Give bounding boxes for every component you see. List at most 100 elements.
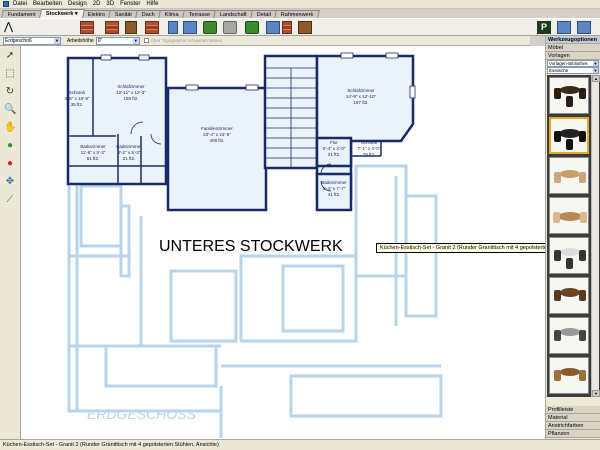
select-arrow-icon[interactable]: ➚: [4, 50, 16, 62]
library-item[interactable]: [549, 357, 589, 394]
scroll-up-icon[interactable]: ▲: [592, 75, 600, 82]
menu-datei[interactable]: Datei: [13, 0, 27, 9]
menu-3d[interactable]: 3D: [106, 0, 114, 9]
room-name: Badezimmer: [116, 144, 142, 149]
room-area: 409 ft2.: [209, 138, 224, 143]
panel-header-tools[interactable]: Werkzeugoptionen: [546, 36, 600, 44]
thumbnail-scrollbar[interactable]: ▲ ▼: [591, 75, 600, 397]
room-name: Schlafzimmer: [347, 88, 375, 93]
topo-checkbox[interactable]: [143, 38, 149, 43]
room-dims: 12'-11" x 12'-3": [116, 90, 146, 95]
panel-header-profile[interactable]: Profilleiste: [546, 406, 600, 414]
app-icon[interactable]: [3, 1, 9, 7]
library-item[interactable]: [549, 157, 589, 194]
library-item[interactable]: [549, 77, 589, 114]
tab-fundament[interactable]: Fundament: [1, 10, 43, 18]
panel-header-material[interactable]: Material: [546, 414, 600, 422]
floor-select[interactable]: Erdgeschoß ▼: [3, 36, 61, 45]
room-dims: 23'-4" x 24'-5": [203, 132, 231, 137]
room-name: Badezimmer: [321, 180, 347, 185]
room-area: 21 ft2.: [123, 156, 136, 161]
tab-rahmenwerk[interactable]: Rahmenwerk: [274, 10, 321, 18]
chevron-down-icon: ▼: [54, 37, 60, 44]
brick-wall-icon[interactable]: [80, 21, 94, 34]
railing-icon[interactable]: [125, 21, 137, 34]
room-dims: 4'-2" x 5'-3": [118, 150, 141, 155]
room-dims: 3'-8" x 10'-9": [64, 96, 90, 101]
category-tabs: Fundament Stockwerk ▾ Elektro Sanitär Da…: [0, 9, 600, 18]
room-name: Flur: [330, 140, 338, 145]
tab-terrasse[interactable]: Terrasse: [181, 10, 217, 18]
workheight-input[interactable]: 0" ▼: [95, 36, 140, 45]
room-dims: 14'-9" x 12'-10": [346, 94, 377, 99]
fence-icon[interactable]: [105, 21, 119, 34]
menu-2d[interactable]: 2D: [93, 0, 101, 9]
category-select[interactable]: Esstische ▼: [547, 67, 599, 74]
room-dims: 11'-8" x 5'-3": [81, 150, 106, 155]
room-area: 41 ft2.: [328, 192, 341, 197]
view-2d-icon[interactable]: [557, 21, 571, 34]
tab-stockwerk[interactable]: Stockwerk ▾: [38, 9, 85, 18]
status-bar: Küchen-Esstisch-Set - Granit 2 (Runder G…: [0, 439, 600, 450]
view-3d-icon[interactable]: [577, 21, 591, 34]
room-name: Schrank: [361, 140, 378, 145]
library-item[interactable]: [549, 197, 589, 234]
room-area: 21 ft2.: [328, 152, 341, 157]
zoom-out-icon[interactable]: ●: [4, 158, 16, 170]
menu-design[interactable]: Design: [68, 0, 87, 9]
select-object-icon[interactable]: ⬚: [4, 68, 16, 80]
panel-header-furniture[interactable]: Möbel: [546, 44, 600, 52]
topo-label: Über Topographie schweben lassen: [150, 38, 223, 43]
door-icon[interactable]: [168, 21, 178, 34]
library-item[interactable]: [549, 237, 589, 274]
chevron-down-icon: ▼: [593, 61, 598, 66]
library-panel: Werkzeugoptionen Möbel Vorlagen Vorlagen…: [545, 36, 600, 439]
room-area: 187 ft2.: [353, 100, 368, 105]
library-select[interactable]: Vorlagen-Bibliothek ▼: [547, 60, 599, 67]
room-name: Familienzimmer: [201, 126, 233, 131]
wall-draw-icon[interactable]: ⋀: [4, 21, 18, 34]
plant-encyclopedia-icon[interactable]: P: [537, 21, 551, 34]
menu-bar: Datei Bearbeiten Design 2D 3D Fenster Hi…: [0, 0, 600, 9]
measure-icon[interactable]: ⟋: [4, 194, 16, 206]
toolbar: ⋀ P: [0, 18, 600, 36]
arch-icon[interactable]: [266, 21, 280, 34]
room-area: 35 ft2.: [71, 102, 84, 107]
room-name: Schrank: [69, 90, 86, 95]
tab-landschaft[interactable]: Landschaft: [213, 10, 254, 18]
chevron-down-icon: ▼: [132, 37, 139, 44]
panel-header-plants[interactable]: Pflanzen: [546, 430, 600, 438]
zoom-icon[interactable]: 🔍: [4, 104, 16, 116]
library-item[interactable]: [549, 277, 589, 314]
pan-hand-icon[interactable]: ✋: [4, 122, 16, 134]
menu-fenster[interactable]: Fenster: [120, 0, 140, 9]
tab-elektro[interactable]: Elektro: [80, 10, 112, 18]
room-area: 158 ft2.: [123, 96, 138, 101]
room-dims: 5'-4" x 4'-0": [323, 146, 346, 151]
wall-section-icon[interactable]: [145, 21, 159, 34]
plant-icon[interactable]: [203, 21, 217, 34]
library-item-selected[interactable]: [549, 117, 589, 154]
room-name: Badezimmer: [80, 144, 106, 149]
room-dims: 5'-4" x 7'-7": [323, 186, 346, 191]
chevron-down-icon: ▼: [593, 68, 598, 73]
ground-floor-title: ERDGESCHOSS: [87, 406, 197, 422]
shrub-icon[interactable]: [245, 21, 259, 34]
column-icon[interactable]: [282, 21, 292, 34]
room-area: 61 ft2.: [87, 156, 100, 161]
zoom-in-icon[interactable]: ●: [4, 140, 16, 152]
workheight-label: Arbeitshöhe: [67, 37, 94, 44]
options-bar: Erdgeschoß ▼ Arbeitshöhe 0" ▼ Über Topogra…: [0, 36, 530, 46]
rotate-icon[interactable]: ↻: [4, 86, 16, 98]
panel-header-templates[interactable]: Vorlagen: [546, 52, 600, 60]
upper-floor-title: UNTERES STOCKWERK: [159, 238, 343, 255]
panel-header-paint[interactable]: Anstrichfarben: [546, 422, 600, 430]
stairs-icon[interactable]: [223, 21, 237, 34]
menu-bearbeiten[interactable]: Bearbeiten: [33, 0, 62, 9]
scroll-down-icon[interactable]: ▼: [592, 390, 600, 397]
cabinet-icon[interactable]: [298, 21, 312, 34]
move-icon[interactable]: ✥: [4, 176, 16, 188]
library-item[interactable]: [549, 317, 589, 354]
window-icon[interactable]: [183, 21, 197, 34]
menu-hilfe[interactable]: Hilfe: [146, 0, 158, 9]
